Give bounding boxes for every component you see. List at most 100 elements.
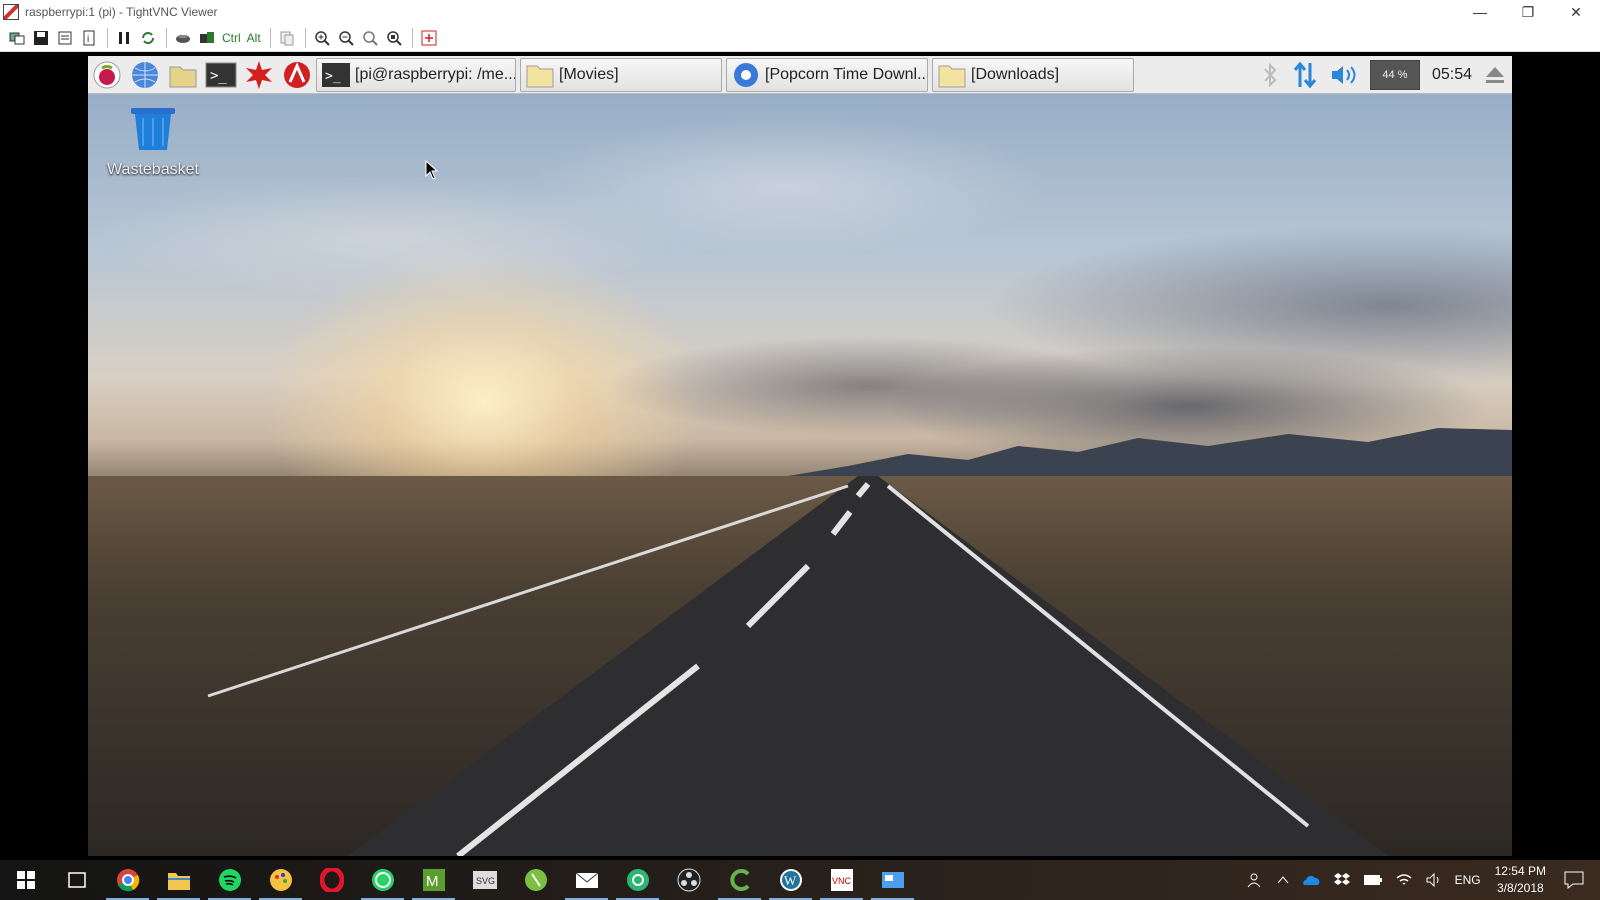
- bluetooth-icon[interactable]: [1254, 58, 1286, 92]
- vnc-viewer-window: raspberrypi:1 (pi) - TightVNC Viewer — ❐…: [0, 0, 1600, 900]
- zoom-in-icon[interactable]: [311, 27, 333, 49]
- windows-clock[interactable]: 12:54 PM 3/8/2018: [1487, 863, 1554, 897]
- new-connection-icon[interactable]: [6, 27, 28, 49]
- app-icon[interactable]: [612, 860, 663, 900]
- task-label: [Popcorn Time Downl...: [765, 65, 928, 83]
- chrome-icon[interactable]: [102, 860, 153, 900]
- zoom-out-icon[interactable]: [335, 27, 357, 49]
- battery-icon[interactable]: [1357, 860, 1389, 900]
- title-bar: raspberrypi:1 (pi) - TightVNC Viewer — ❐…: [0, 0, 1600, 24]
- speaker-icon[interactable]: [1419, 860, 1449, 900]
- pi-system-tray: 44 % 05:54: [1254, 56, 1512, 94]
- wordpress-icon[interactable]: W: [765, 860, 816, 900]
- remote-desktop[interactable]: >_ >_ [pi@raspberrypi: /me... [Movies] […: [88, 56, 1512, 856]
- terminal-icon[interactable]: >_: [202, 58, 240, 92]
- task-chromium[interactable]: [Popcorn Time Downl...: [726, 57, 928, 92]
- desktop-icon-label: Wastebasket: [107, 161, 199, 178]
- volume-icon[interactable]: [1324, 58, 1364, 92]
- window-title: raspberrypi:1 (pi) - TightVNC Viewer: [25, 5, 218, 19]
- vnc-toolbar: i Ctrl Alt: [0, 24, 1600, 52]
- save-icon[interactable]: [30, 27, 52, 49]
- desktop-icon-wastebasket[interactable]: Wastebasket: [98, 106, 208, 179]
- task-terminal[interactable]: >_ [pi@raspberrypi: /me...: [316, 57, 516, 92]
- task-view-icon[interactable]: [51, 860, 102, 900]
- chromium-icon: [734, 62, 758, 87]
- onedrive-icon[interactable]: [1295, 860, 1327, 900]
- evernote-icon[interactable]: [510, 860, 561, 900]
- spotify-icon[interactable]: [204, 860, 255, 900]
- restore-icon[interactable]: ❐: [1504, 0, 1552, 24]
- opera-icon[interactable]: [306, 860, 357, 900]
- windows-system-tray: ENG 12:54 PM 3/8/2018: [1241, 860, 1600, 900]
- mouse-cursor-icon: [425, 160, 439, 180]
- pause-icon[interactable]: [113, 27, 135, 49]
- fullscreen-icon[interactable]: [418, 27, 440, 49]
- mendeley-icon[interactable]: M: [408, 860, 459, 900]
- pi-clock[interactable]: 05:54: [1426, 58, 1478, 92]
- people-icon[interactable]: [1241, 860, 1271, 900]
- close-icon[interactable]: ✕: [1552, 0, 1600, 24]
- task-label: [pi@raspberrypi: /me...: [355, 65, 516, 83]
- clock-time: 12:54 PM: [1494, 864, 1546, 878]
- action-center-icon[interactable]: [1554, 860, 1600, 900]
- dropbox-icon[interactable]: [1327, 860, 1357, 900]
- svg-text:>_: >_: [325, 69, 341, 84]
- file-explorer-icon[interactable]: [153, 860, 204, 900]
- zoom-100-icon[interactable]: [359, 27, 381, 49]
- clipboard-icon[interactable]: [276, 27, 298, 49]
- pi-taskbar: >_ >_ [pi@raspberrypi: /me... [Movies] […: [88, 56, 1512, 94]
- windows-taskbar: M SVG W VNC ENG 12:54 PM 3/8/2018: [0, 860, 1600, 900]
- wastebasket-icon: [131, 108, 175, 150]
- svg-text:M: M: [426, 873, 439, 890]
- task-downloads-folder[interactable]: [Downloads]: [932, 57, 1134, 92]
- toolbar-separator: [166, 27, 167, 48]
- mail-icon[interactable]: [561, 860, 612, 900]
- ctrl-esc-icon[interactable]: [196, 27, 218, 49]
- obs-icon[interactable]: [663, 860, 714, 900]
- windows-start-icon[interactable]: [0, 860, 51, 900]
- whatsapp-icon[interactable]: [357, 860, 408, 900]
- task-movies-folder[interactable]: [Movies]: [520, 57, 722, 92]
- greenshot-icon[interactable]: [714, 860, 765, 900]
- folder-icon: [526, 65, 554, 87]
- toolbar-separator: [107, 27, 108, 48]
- web-browser-icon[interactable]: [126, 58, 164, 92]
- road: [207, 476, 1388, 856]
- minimize-icon[interactable]: —: [1456, 0, 1504, 24]
- svg-icon[interactable]: SVG: [459, 860, 510, 900]
- svg-text:>_: >_: [210, 68, 227, 84]
- mathematica-icon[interactable]: [240, 58, 278, 92]
- svg-text:i: i: [87, 34, 89, 45]
- show-hidden-icons-chevron-icon[interactable]: [1271, 860, 1295, 900]
- ctrl-key-button[interactable]: Ctrl: [220, 27, 243, 49]
- tightvnc-icon[interactable]: VNC: [816, 860, 867, 900]
- svg-text:W: W: [784, 873, 797, 888]
- info-icon[interactable]: i: [78, 27, 100, 49]
- mountains: [788, 428, 1512, 476]
- network-arrows-icon[interactable]: [1286, 58, 1324, 92]
- refresh-icon[interactable]: [137, 27, 159, 49]
- wolfram-icon[interactable]: [278, 58, 316, 92]
- svg-text:VNC: VNC: [832, 876, 852, 886]
- remote-desktop-icon[interactable]: [867, 860, 918, 900]
- toolbar-separator: [411, 27, 413, 48]
- terminal-icon: >_: [322, 62, 350, 87]
- options-icon[interactable]: [54, 27, 76, 49]
- zoom-fit-icon[interactable]: [383, 27, 405, 49]
- toolbar-separator: [304, 27, 306, 48]
- raspberry-menu-icon[interactable]: [88, 58, 126, 92]
- cpu-usage: 44 %: [1369, 59, 1420, 90]
- file-manager-icon[interactable]: [164, 58, 202, 92]
- eject-icon[interactable]: [1478, 58, 1512, 92]
- task-label: [Downloads]: [971, 65, 1060, 83]
- alt-key-button[interactable]: Alt: [245, 27, 263, 49]
- cpu-monitor[interactable]: 44 %: [1364, 58, 1426, 92]
- ctrl-alt-del-icon[interactable]: [172, 27, 194, 49]
- tightvnc-app-icon: [3, 4, 19, 20]
- clock-date: 3/8/2018: [1496, 881, 1544, 895]
- language-indicator[interactable]: ENG: [1449, 860, 1487, 900]
- task-label: [Movies]: [559, 65, 619, 83]
- paint-icon[interactable]: [255, 860, 306, 900]
- folder-icon: [938, 65, 966, 87]
- wifi-icon[interactable]: [1389, 860, 1419, 900]
